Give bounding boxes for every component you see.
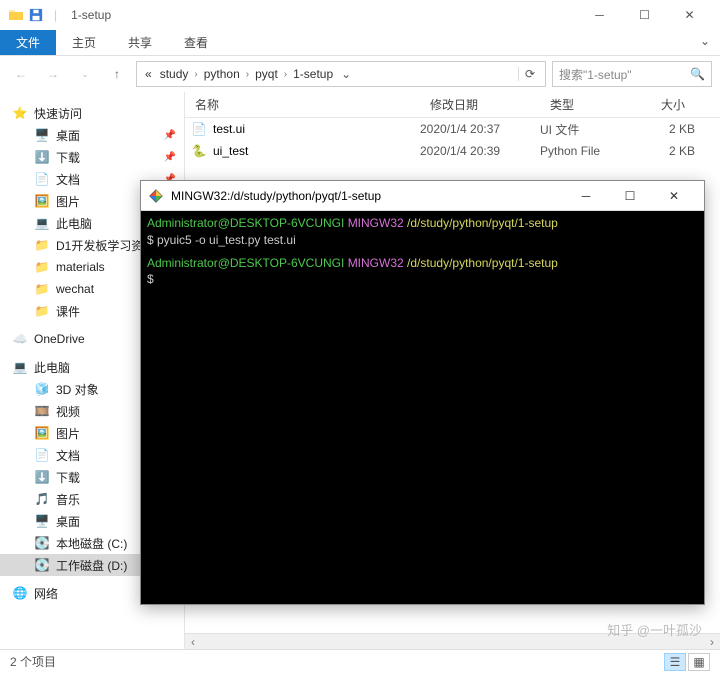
- mingw-icon: [149, 189, 163, 203]
- terminal-close-button[interactable]: ✕: [652, 182, 696, 210]
- address-bar: ← → ⌄ ↑ « study› python› pyqt› 1-setup ⌄…: [0, 56, 720, 92]
- close-button[interactable]: ✕: [667, 0, 712, 30]
- maximize-button[interactable]: ☐: [622, 0, 667, 30]
- folder-icon: 📁: [34, 259, 50, 275]
- file-row[interactable]: 🐍ui_test 2020/1/4 20:39 Python File 2 KB: [185, 140, 720, 162]
- recent-dropdown[interactable]: ⌄: [72, 61, 98, 87]
- ribbon-tabs: 文件 主页 共享 查看 ⌄: [0, 30, 720, 56]
- forward-button[interactable]: →: [40, 61, 66, 87]
- document-icon: 📄: [34, 171, 50, 187]
- pc-icon: 💻: [12, 359, 28, 375]
- col-date[interactable]: 修改日期: [420, 96, 540, 113]
- file-row[interactable]: 📄test.ui 2020/1/4 20:37 UI 文件 2 KB: [185, 118, 720, 140]
- breadcrumb-dropdown-icon[interactable]: ⌄: [337, 67, 355, 81]
- network-icon: 🌐: [12, 585, 28, 601]
- terminal-body[interactable]: Administrator@DESKTOP-6VCUNGI MINGW32 /d…: [141, 211, 704, 604]
- search-icon: 🔍: [690, 67, 705, 81]
- breadcrumb-part[interactable]: 1-setup: [289, 67, 337, 81]
- terminal-maximize-button[interactable]: ☐: [608, 182, 652, 210]
- file-icon: 📄: [191, 121, 207, 137]
- scroll-right-icon[interactable]: ›: [704, 635, 720, 649]
- picture-icon: 🖼️: [34, 193, 50, 209]
- breadcrumb[interactable]: « study› python› pyqt› 1-setup ⌄ ⟳: [136, 61, 546, 87]
- download-icon: ⬇️: [34, 469, 50, 485]
- breadcrumb-part[interactable]: python: [200, 67, 244, 81]
- video-icon: 🎞️: [34, 403, 50, 419]
- cube-icon: 🧊: [34, 381, 50, 397]
- ribbon-expand-icon[interactable]: ⌄: [690, 30, 720, 55]
- pc-icon: 💻: [34, 215, 50, 231]
- titlebar-sep: |: [54, 8, 57, 22]
- download-icon: ⬇️: [34, 149, 50, 165]
- sidebar-quick-access[interactable]: ⭐ 快速访问: [0, 102, 184, 124]
- refresh-button[interactable]: ⟳: [518, 67, 541, 81]
- pin-icon: 📌: [164, 152, 176, 163]
- view-icons-button[interactable]: ▦: [688, 653, 710, 671]
- music-icon: 🎵: [34, 491, 50, 507]
- scroll-left-icon[interactable]: ‹: [185, 635, 201, 649]
- folder-icon: 📁: [34, 303, 50, 319]
- drive-icon: 💽: [34, 557, 50, 573]
- status-bar: 2 个项目 ☰ ▦: [0, 649, 720, 673]
- terminal-title: MINGW32:/d/study/python/pyqt/1-setup: [171, 189, 381, 203]
- tab-home[interactable]: 主页: [56, 30, 112, 55]
- terminal-command: $ pyuic5 -o ui_test.py test.ui: [147, 232, 698, 249]
- col-type[interactable]: 类型: [540, 96, 635, 113]
- desktop-icon: 🖥️: [34, 513, 50, 529]
- cloud-icon: ☁️: [12, 331, 28, 347]
- watermark: 知乎 @一叶孤沙: [607, 620, 702, 639]
- search-placeholder: 搜索"1-setup": [559, 66, 632, 83]
- sidebar-item-downloads[interactable]: ⬇️下载📌: [0, 146, 184, 168]
- window-titlebar: | 1-setup ─ ☐ ✕: [0, 0, 720, 30]
- sidebar-item-desktop[interactable]: 🖥️桌面📌: [0, 124, 184, 146]
- tab-share[interactable]: 共享: [112, 30, 168, 55]
- col-name[interactable]: 名称: [185, 96, 420, 113]
- breadcrumb-part[interactable]: study: [156, 67, 193, 81]
- save-icon[interactable]: [28, 7, 44, 23]
- up-button[interactable]: ↑: [104, 61, 130, 87]
- terminal-minimize-button[interactable]: ─: [564, 182, 608, 210]
- column-headers: 名称 修改日期 类型 大小: [185, 92, 720, 118]
- desktop-icon: 🖥️: [34, 127, 50, 143]
- pin-icon: 📌: [164, 130, 176, 141]
- star-icon: ⭐: [12, 105, 28, 121]
- terminal-titlebar[interactable]: MINGW32:/d/study/python/pyqt/1-setup ─ ☐…: [141, 181, 704, 211]
- view-details-button[interactable]: ☰: [664, 653, 686, 671]
- folder-icon: 📁: [34, 237, 50, 253]
- terminal-window: MINGW32:/d/study/python/pyqt/1-setup ─ ☐…: [140, 180, 705, 605]
- tab-view[interactable]: 查看: [168, 30, 224, 55]
- terminal-prompt: $: [147, 271, 698, 288]
- window-title: 1-setup: [71, 8, 111, 22]
- minimize-button[interactable]: ─: [577, 0, 622, 30]
- item-count: 2 个项目: [10, 653, 56, 670]
- breadcrumb-part[interactable]: pyqt: [251, 67, 282, 81]
- search-input[interactable]: 搜索"1-setup" 🔍: [552, 61, 712, 87]
- breadcrumb-root[interactable]: «: [141, 67, 156, 81]
- python-file-icon: 🐍: [191, 143, 207, 159]
- drive-icon: 💽: [34, 535, 50, 551]
- folder-icon: [8, 7, 24, 23]
- document-icon: 📄: [34, 447, 50, 463]
- back-button[interactable]: ←: [8, 61, 34, 87]
- col-size[interactable]: 大小: [635, 96, 695, 113]
- file-tab[interactable]: 文件: [0, 30, 56, 55]
- picture-icon: 🖼️: [34, 425, 50, 441]
- folder-icon: 📁: [34, 281, 50, 297]
